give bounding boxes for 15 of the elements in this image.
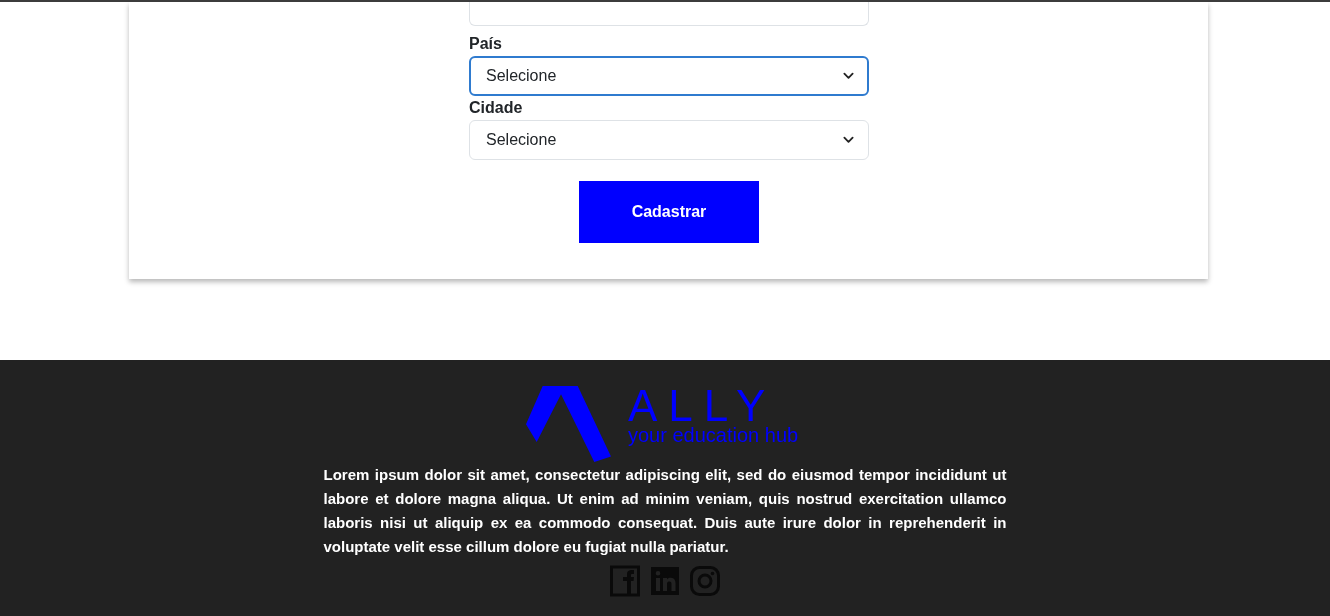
- footer-text: Lorem ipsum dolor sit amet, consectetur adipiscing elit, sed do eiusmod tempor incididunt ut labore et dolore magna aliqua. Ut enim ad minim veniam, quis nostrud exercitation ullamco laboris nisi ut aliquip ex ea commodo consequat. Duis aute irure dolor in reprehenderit in voluptate velit esse cillum dolore eu fugiat nulla pariatur.: [323, 465, 1007, 557]
- linkedin-icon[interactable]: [650, 565, 680, 597]
- select-field[interactable]: Selecione: [469, 56, 869, 96]
- field-label: Cidade: [469, 98, 524, 118]
- logo-name: ALLY: [628, 386, 777, 426]
- instagram-icon[interactable]: [690, 565, 720, 597]
- select-field[interactable]: Selecione: [469, 120, 869, 160]
- chevron-down-icon: [843, 136, 854, 144]
- logo-icon: [525, 386, 612, 463]
- submit-button[interactable]: Cadastrar: [579, 181, 759, 243]
- field-label: País: [469, 34, 503, 54]
- logo-tagline: your education hub: [628, 424, 799, 446]
- chevron-down-icon: [843, 72, 854, 80]
- input-field[interactable]: [469, 2, 869, 26]
- facebook-icon[interactable]: [610, 565, 640, 597]
